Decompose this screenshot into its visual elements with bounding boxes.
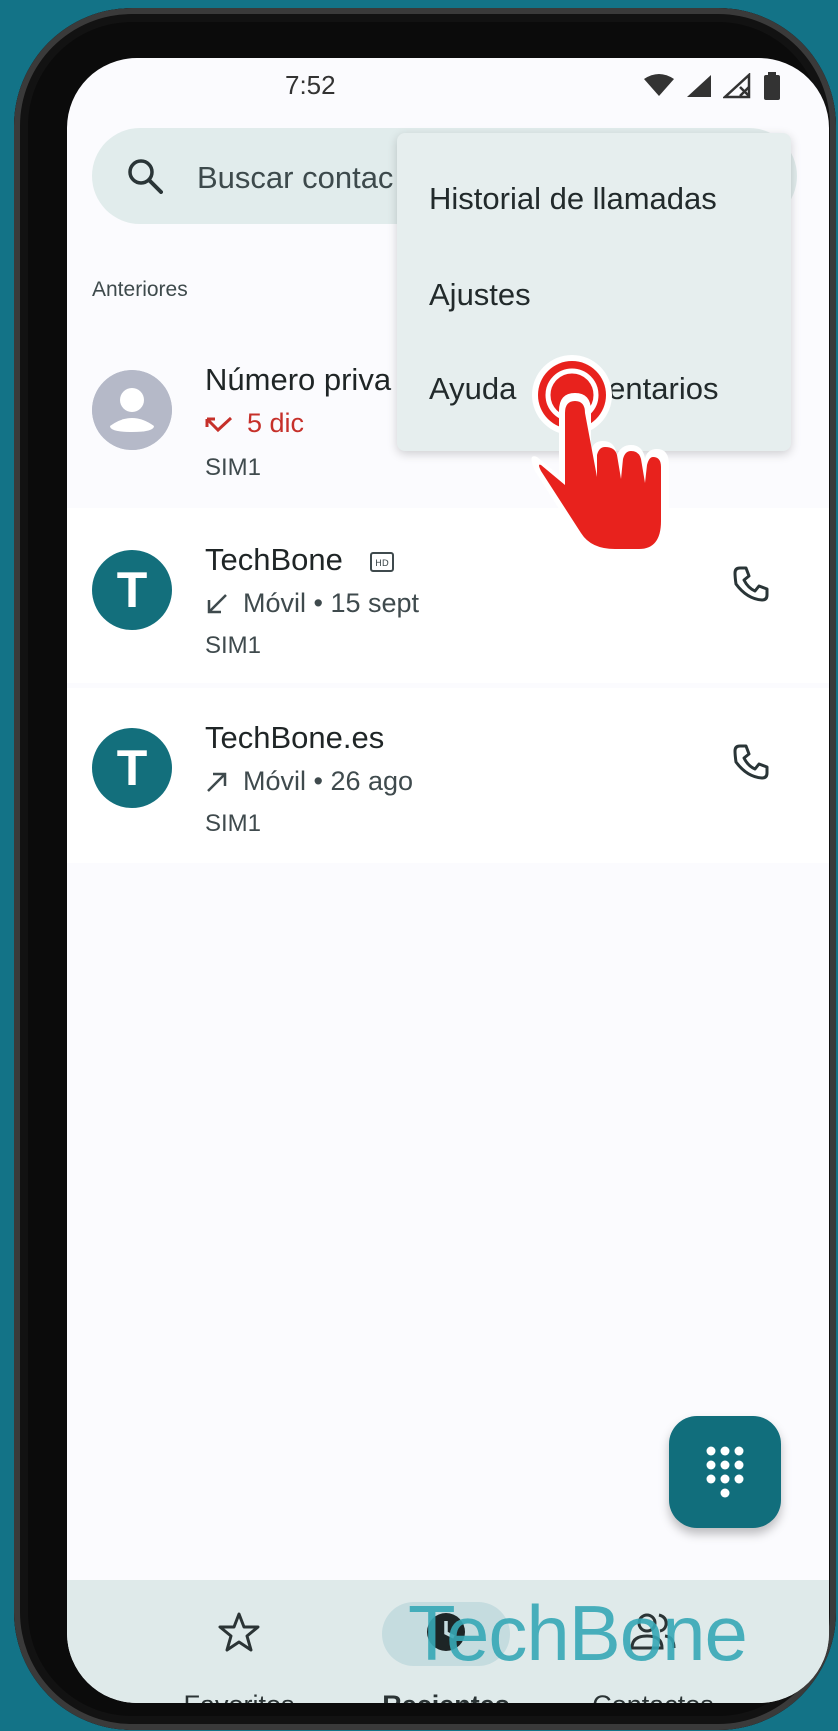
dialpad-button[interactable] [669,1416,781,1528]
status-bar: 7:52 [67,58,829,128]
tap-hand-icon [531,355,669,557]
hd-call-icon: HD [369,551,394,572]
phone-screen: 7:52 Buscar contac Anteriores Número pri [67,58,829,1703]
contact-name: TechBone.es [205,720,385,755]
call-button[interactable] [727,560,775,608]
sim-label: SIM1 [205,454,262,481]
nav-item-favorites[interactable]: Favoritos [139,1580,339,1703]
battery-icon [764,72,780,100]
svg-text:HD: HD [375,559,389,569]
avatar-letter: T [116,740,148,796]
incoming-call-icon [207,593,227,613]
call-info: Móvil • 15 sept [243,588,420,618]
status-time: 7:52 [285,70,336,100]
nav-label-recents: Recientes [346,1690,546,1703]
watermark-logo: TechBone [408,1589,748,1677]
signal-icon [687,75,711,97]
outgoing-call-icon [207,772,227,792]
avatar-techbone: T [92,550,172,630]
dialpad-icon [706,1446,744,1498]
sim-label: SIM1 [205,632,262,659]
nav-label-favorites: Favoritos [139,1690,339,1703]
menu-item-settings[interactable]: Ajustes [429,277,531,313]
call-detail: Móvil • 15 sept [205,588,419,619]
section-header-previous: Anteriores [92,278,188,301]
phone-frame: 7:52 Buscar contac Anteriores Número pri [14,8,836,1730]
wifi-icon [644,74,674,96]
search-icon[interactable] [127,158,163,194]
sim-label: SIM1 [205,810,262,837]
search-input[interactable]: Buscar contac [197,160,393,196]
status-icons [643,72,781,100]
phone-icon [733,566,769,602]
contact-name: TechBone [205,542,343,577]
missed-call-icon [205,416,233,432]
call-log-item[interactable] [67,508,829,683]
person-icon [92,370,172,450]
menu-item-call-history[interactable]: Historial de llamadas [429,181,717,217]
menu-item-help-head: Ayuda [429,371,517,406]
call-detail: Móvil • 26 ago [205,766,413,797]
avatar-private [92,370,172,450]
call-detail-missed: 5 dic [205,408,304,439]
no-signal-icon [723,73,751,99]
avatar-letter: T [116,562,148,618]
nav-label-contacts: Contactos [553,1690,753,1703]
phone-icon [733,744,769,780]
avatar-techbone: T [92,728,172,808]
call-date: 5 dic [247,408,305,438]
call-log-item[interactable] [67,688,829,863]
star-icon [218,1612,260,1652]
call-button[interactable] [727,738,775,786]
contact-name: Número priva [205,362,392,397]
call-info: Móvil • 26 ago [243,766,414,796]
contact-name-row: TechBone HD [205,542,394,578]
